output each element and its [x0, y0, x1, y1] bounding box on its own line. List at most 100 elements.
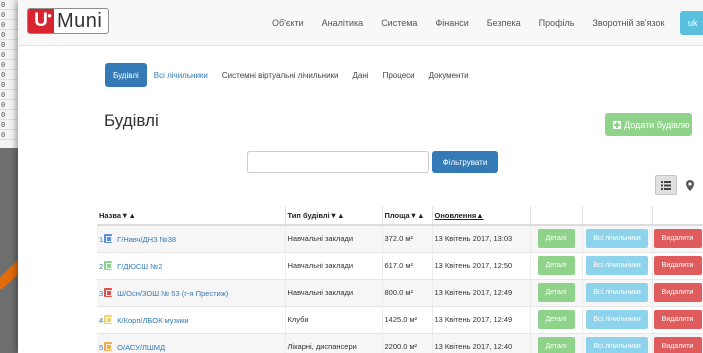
- row-number: 4: [99, 315, 104, 325]
- nav-item-system[interactable]: Система: [381, 18, 417, 28]
- table-row: 1 Г/Навч/ДНЗ №38 Навчальні заклади 372.0 м²…: [97, 224, 703, 252]
- all-meters-button[interactable]: Всі лічильники: [586, 229, 648, 249]
- cell-meters: Всі лічильники: [582, 305, 653, 333]
- cell-delete: Видалити: [652, 332, 703, 353]
- cell-area: 372.0 м²: [382, 224, 433, 252]
- language-button[interactable]: uk: [680, 11, 703, 35]
- filter-input[interactable]: [247, 151, 429, 173]
- cell-building-type: Лікарні, диспансери: [285, 332, 383, 353]
- tab-all-meters[interactable]: Всі лічильники: [147, 63, 215, 87]
- building-name-link[interactable]: К/Корп/ЛБОК музики: [117, 316, 188, 325]
- delete-button[interactable]: Видалити: [653, 337, 702, 353]
- tab-buildings[interactable]: Будівлі: [105, 63, 147, 87]
- column-header-delete: [652, 206, 703, 226]
- cell-name: 4 К/Корп/ЛБОК музики: [97, 305, 286, 333]
- tab-virtual-meters[interactable]: Системні віртуальні лічильники: [215, 63, 346, 87]
- section-tabs: Будівлі Всі лічильники Системні віртуаль…: [105, 63, 476, 87]
- filter-button[interactable]: Фільтрувати: [432, 151, 498, 173]
- top-navbar: U ● Muni Об'єкти Аналітика Система Фінанс…: [18, 0, 703, 46]
- plus-icon: [613, 120, 621, 129]
- cell-area: 800.0 м²: [382, 278, 433, 306]
- delete-button[interactable]: Видалити: [653, 283, 702, 302]
- page-title: Будівлі: [104, 111, 159, 130]
- table-header-row: Назва▼▲ Тип будівлі▼▲ Площа▼▲ Оновлення▲: [97, 206, 703, 226]
- logo-mark: U ●: [28, 9, 54, 33]
- cell-meters: Всі лічильники: [582, 278, 653, 306]
- list-view-toggle[interactable]: [655, 175, 677, 195]
- cell-name: 1 Г/Навч/ДНЗ №38: [97, 224, 286, 252]
- building-type-icon: [104, 233, 113, 243]
- column-header-updated[interactable]: Оновлення▲: [432, 206, 531, 226]
- cell-building-type: Навчальні заклади: [285, 278, 383, 306]
- row-number: 1: [99, 234, 104, 244]
- delete-button[interactable]: Видалити: [653, 310, 702, 329]
- building-type-icon: [104, 260, 113, 270]
- delete-button[interactable]: Видалити: [653, 229, 702, 249]
- all-meters-button[interactable]: Всі лічильники: [586, 310, 648, 329]
- building-type-icon: [104, 287, 113, 297]
- main-menu: Об'єкти Аналітика Система Фінанси Безпек…: [272, 0, 683, 46]
- cell-name: 2 Г/ДЮСШ №2: [97, 251, 286, 279]
- buildings-table: Назва▼▲ Тип будівлі▼▲ Площа▼▲ Оновлення▲…: [97, 206, 703, 353]
- column-header-name[interactable]: Назва▼▲: [97, 206, 286, 226]
- all-meters-button[interactable]: Всі лічильники: [586, 256, 648, 275]
- all-meters-button[interactable]: Всі лічильники: [586, 283, 648, 302]
- table-row: 4 К/Корп/ЛБОК музики Клуби 1425.0 м² 13 Квіт…: [97, 305, 703, 333]
- nav-item-objects[interactable]: Об'єкти: [272, 18, 304, 28]
- logo-text: Muni: [57, 9, 103, 32]
- list-icon: [661, 180, 671, 190]
- cell-delete: Видалити: [652, 224, 703, 252]
- building-type-icon: [104, 314, 113, 324]
- cell-delete: Видалити: [652, 305, 703, 333]
- column-header-meters: [582, 206, 653, 226]
- column-header-area[interactable]: Площа▼▲: [382, 206, 433, 226]
- building-name-link[interactable]: Г/ДЮСШ №2: [117, 262, 162, 271]
- nav-item-security[interactable]: Безпека: [487, 18, 521, 28]
- cell-meters: Всі лічильники: [582, 251, 653, 279]
- table-row: 3 Ш/Осн/ЗОШ № 53 (г-я Престиж) Навчальні з…: [97, 278, 703, 306]
- building-name-link[interactable]: Г/Навч/ДНЗ №38: [117, 235, 176, 244]
- nav-item-feedback[interactable]: Зворотній зв'язок: [592, 18, 664, 28]
- add-building-button[interactable]: Додати будівлю: [605, 113, 692, 136]
- add-building-label: Додати будівлю: [624, 119, 690, 130]
- cell-details: Деталі: [530, 278, 583, 306]
- all-meters-button[interactable]: Всі лічильники: [586, 337, 648, 353]
- tab-processes[interactable]: Процеси: [376, 63, 422, 87]
- cell-updated: 13 Квітень 2017, 13:03: [432, 224, 531, 252]
- app-logo[interactable]: U ● Muni: [27, 8, 110, 34]
- delete-button[interactable]: Видалити: [653, 256, 702, 275]
- column-header-type[interactable]: Тип будівлі▼▲: [285, 206, 383, 226]
- nav-item-analytics[interactable]: Аналітика: [322, 18, 364, 28]
- details-button[interactable]: Деталі: [537, 283, 575, 302]
- nav-item-finance[interactable]: Фінанси: [435, 18, 468, 28]
- cell-building-type: Навчальні заклади: [285, 251, 383, 279]
- cell-details: Деталі: [530, 224, 583, 252]
- table-row: 2 Г/ДЮСШ №2 Навчальні заклади 617.0 м² 13 Кв…: [97, 251, 703, 279]
- app-window: U ● Muni Об'єкти Аналітика Система Фінанс…: [18, 0, 703, 353]
- cell-area: 617.0 м²: [382, 251, 433, 279]
- details-button[interactable]: Деталі: [537, 229, 575, 249]
- cell-details: Деталі: [530, 332, 583, 353]
- building-name-link[interactable]: Ш/Осн/ЗОШ № 53 (г-я Престиж): [117, 289, 228, 298]
- cell-meters: Всі лічильники: [582, 332, 653, 353]
- details-button[interactable]: Деталі: [537, 256, 575, 275]
- table-row: 5 О/АСУ/ЛШМД Лікарні, диспансери 2200.0 м² 1…: [97, 332, 703, 353]
- nav-item-profile[interactable]: Профіль: [539, 18, 575, 28]
- cell-details: Деталі: [530, 305, 583, 333]
- row-number: 3: [99, 288, 104, 298]
- cell-building-type: Навчальні заклади: [285, 224, 383, 252]
- cell-area: 2200.0 м²: [382, 332, 433, 353]
- tab-documents[interactable]: Документи: [422, 63, 476, 87]
- cell-delete: Видалити: [652, 251, 703, 279]
- map-view-toggle[interactable]: [679, 175, 701, 195]
- cell-updated: 13 Квітень 2017, 12:50: [432, 251, 531, 279]
- cell-updated: 13 Квітень 2017, 12:49: [432, 278, 531, 306]
- tab-data[interactable]: Дані: [346, 63, 376, 87]
- building-name-link[interactable]: О/АСУ/ЛШМД: [117, 343, 165, 352]
- cell-building-type: Клуби: [285, 305, 383, 333]
- cell-name: 3 Ш/Осн/ЗОШ № 53 (г-я Престиж): [97, 278, 286, 306]
- details-button[interactable]: Деталі: [537, 337, 575, 353]
- details-button[interactable]: Деталі: [537, 310, 575, 329]
- cell-meters: Всі лічильники: [582, 224, 653, 252]
- column-header-details: [530, 206, 583, 226]
